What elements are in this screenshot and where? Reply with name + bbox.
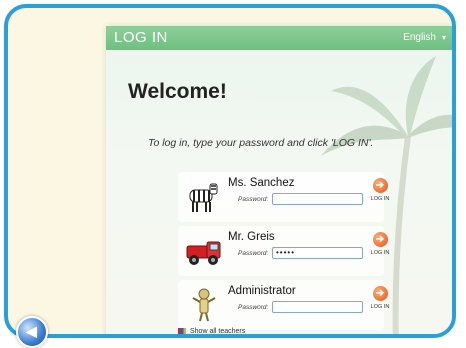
- title-bar: LOG IN English ▾: [106, 26, 452, 50]
- user-card-administrator: Administrator Password: ➔ LOG IN: [178, 280, 389, 330]
- app-frame: LOG IN English ▾ Welcome! To log in, type…: [4, 4, 456, 338]
- password-label: Password:: [238, 196, 269, 203]
- user-card-ms-sanchez: Ms. Sanchez Password: ➔ LOG IN: [178, 172, 389, 222]
- user-name: Administrator: [228, 285, 296, 297]
- language-label: English: [403, 32, 436, 43]
- login-button[interactable]: ➔ LOG IN: [368, 178, 392, 202]
- language-selector[interactable]: English ▾: [403, 32, 446, 43]
- login-panel: LOG IN English ▾ Welcome! To log in, type…: [106, 26, 452, 335]
- welcome-heading: Welcome!: [128, 80, 227, 103]
- chevron-down-icon: ▾: [441, 33, 446, 42]
- zebra-icon: [189, 183, 218, 212]
- user-card-mr-greis: Mr. Greis Password: ••••• ➔ LOG IN: [178, 226, 389, 276]
- key-figure-icon: [192, 288, 216, 322]
- password-input[interactable]: •••••: [272, 247, 363, 259]
- window-title: LOG IN: [114, 29, 168, 46]
- teachers-list-icon: [178, 328, 186, 334]
- back-orb-button[interactable]: ◀: [16, 316, 48, 348]
- arrow-right-icon: ➔: [372, 286, 388, 301]
- arrow-right-icon: ➔: [372, 178, 388, 193]
- login-instructions: To log in, type your password and click …: [148, 137, 374, 149]
- login-button[interactable]: ➔ LOG IN: [368, 232, 392, 256]
- show-all-label: Show all teachers: [190, 328, 246, 335]
- password-label: Password:: [238, 250, 269, 257]
- arrow-right-icon: ➔: [372, 232, 388, 247]
- user-name: Ms. Sanchez: [228, 177, 295, 189]
- login-button-label: LOG IN: [370, 196, 390, 202]
- login-button-label: LOG IN: [370, 250, 390, 256]
- user-name: Mr. Greis: [228, 231, 275, 243]
- password-input[interactable]: [272, 193, 363, 205]
- login-button[interactable]: ➔ LOG IN: [368, 286, 392, 310]
- password-label: Password:: [238, 304, 269, 311]
- password-input[interactable]: [272, 301, 363, 313]
- show-all-teachers-link[interactable]: Show all teachers: [178, 328, 246, 335]
- login-button-label: LOG IN: [370, 304, 390, 310]
- back-arrow-icon: ◀: [26, 323, 37, 339]
- red-truck-icon: [186, 241, 221, 265]
